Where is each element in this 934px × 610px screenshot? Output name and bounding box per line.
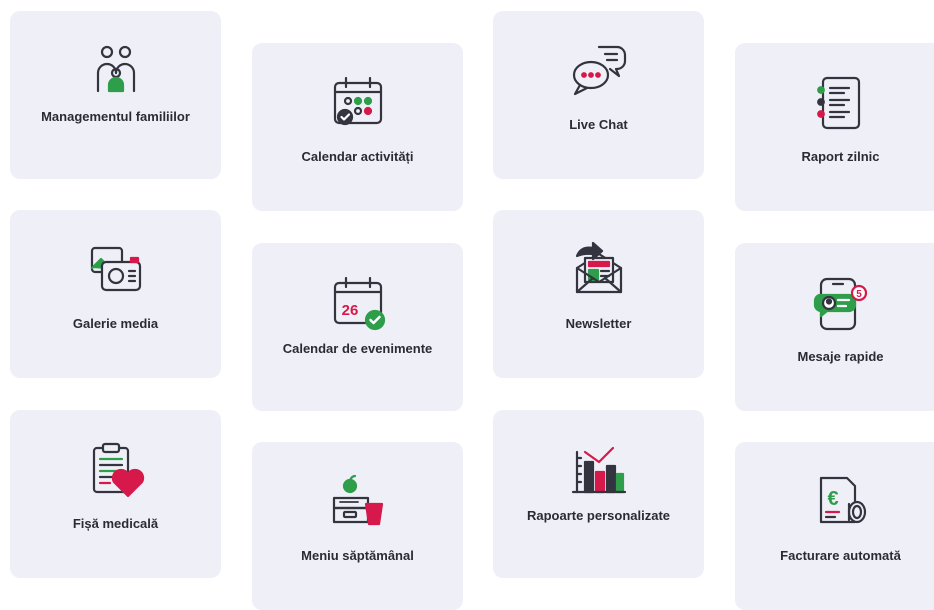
feature-card-newsletter[interactable]: Newsletter	[493, 210, 704, 378]
feature-card-media-gallery[interactable]: Galerie media	[10, 210, 221, 378]
feature-card-activity-calendar[interactable]: Calendar activități	[252, 43, 463, 211]
quick-messages-icon: 5	[811, 273, 871, 333]
media-gallery-icon	[86, 240, 146, 300]
weekly-menu-icon	[328, 472, 388, 532]
feature-label: Fișă medicală	[72, 516, 159, 531]
feature-card-automatic-billing[interactable]: € Facturare automată	[735, 442, 934, 610]
feature-card-family-management[interactable]: Managementul familiilor	[10, 11, 221, 179]
family-icon	[86, 41, 146, 101]
automatic-billing-icon: €	[811, 472, 871, 532]
feature-card-quick-messages[interactable]: 5 Mesaje rapide	[735, 243, 934, 411]
feature-label: Calendar de evenimente	[282, 341, 433, 356]
newsletter-icon	[569, 240, 629, 300]
event-calendar-icon: 26	[328, 273, 388, 333]
daily-report-icon	[811, 73, 871, 133]
medical-record-icon	[86, 440, 146, 500]
feature-label: Calendar activități	[301, 149, 414, 164]
feature-label: Galerie media	[72, 316, 159, 331]
feature-card-event-calendar[interactable]: 26 Calendar de evenimente	[252, 243, 463, 411]
feature-label: Managementul familiilor	[41, 109, 190, 124]
feature-label: Mesaje rapide	[797, 349, 884, 364]
custom-reports-icon	[569, 440, 629, 500]
chat-bubbles-icon	[569, 41, 629, 101]
euro-symbol: €	[827, 488, 838, 510]
feature-label: Raport zilnic	[801, 149, 880, 164]
calendar-activities-icon	[328, 73, 388, 133]
feature-label: Meniu săptămânal	[301, 548, 414, 563]
feature-label: Newsletter	[565, 316, 632, 331]
feature-card-live-chat[interactable]: Live Chat	[493, 11, 704, 179]
feature-card-medical-record[interactable]: Fișă medicală	[10, 410, 221, 578]
feature-card-daily-report[interactable]: Raport zilnic	[735, 43, 934, 211]
calendar-day-number: 26	[341, 302, 358, 319]
feature-label: Facturare automată	[780, 548, 901, 563]
feature-card-weekly-menu[interactable]: Meniu săptămânal	[252, 442, 463, 610]
feature-label: Rapoarte personalizate	[526, 508, 671, 523]
feature-card-custom-reports[interactable]: Rapoarte personalizate	[493, 410, 704, 578]
feature-label: Live Chat	[569, 117, 628, 132]
notification-badge-count: 5	[856, 289, 862, 300]
